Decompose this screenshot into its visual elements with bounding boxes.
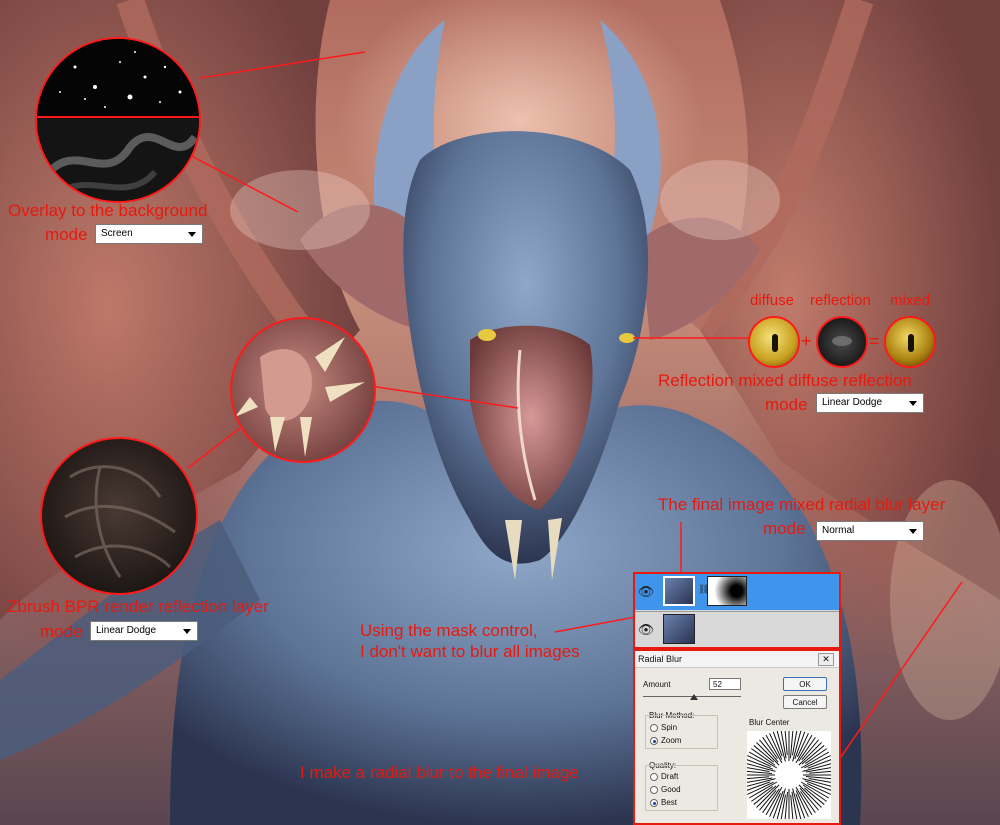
zbrush-mode-label: mode [40,622,83,641]
mixed-label: mixed [890,292,931,309]
particles-smoke-circle [35,37,201,203]
blur-center-preview[interactable] [747,731,831,819]
radial-blur-dialog: Radial Blur ✕ Amount 52 OK Cancel Blur M… [633,649,841,825]
layer-thumbnail[interactable] [663,614,695,644]
radial-blur-annotation: I make a radial blur to the final image [300,763,579,782]
layer-thumbnail[interactable] [663,576,695,606]
amount-slider-thumb[interactable] [689,694,698,700]
best-label: Best [661,798,678,807]
reflection-mode-label: mode [765,395,808,414]
good-radio[interactable] [650,786,658,794]
eye-icon[interactable]: 👁 [637,583,655,601]
plus-symbol: + [801,331,812,351]
reflection-label: reflection [810,292,871,309]
mixed-eye-circle [884,316,936,368]
spin-radio[interactable] [650,724,658,732]
quality-group: Draft Good Best [645,765,718,811]
zbrush-annotation: Zbrush BPR render reflection layer [7,597,269,616]
chevron-down-icon [183,629,191,634]
chevron-down-icon [909,529,917,534]
final-blend-mode-value: Normal [822,525,855,536]
overlay-mode-label: mode [45,225,88,244]
reflection-eye-circle [816,316,868,368]
zoom-ray [780,794,787,819]
overlay-annotation: Overlay to the background [8,201,208,220]
zoom-ray [791,731,798,756]
good-label: Good [661,785,681,794]
diffuse-label: diffuse [750,292,794,309]
chevron-down-icon [909,401,917,406]
claw-closeup-circle [230,317,376,463]
bpr-reflection-circle [40,437,198,595]
draft-radio[interactable] [650,773,658,781]
close-icon[interactable]: ✕ [818,653,834,666]
dialog-title-bar: Radial Blur ✕ [635,651,839,668]
layer-mask-thumbnail[interactable] [707,576,747,606]
overlay-blend-mode-value: Screen [101,228,133,239]
zoom-radio[interactable] [650,737,658,745]
reflection-annotation: Reflection mixed diffuse reflection [658,371,912,390]
final-mode-label: mode [763,519,806,538]
zbrush-blend-mode-value: Linear Dodge [96,625,157,636]
cancel-button[interactable]: Cancel [783,695,827,709]
final-image-annotation: The final image mixed radial blur layer [658,495,946,514]
amount-value: 52 [713,680,722,689]
overlay-blend-mode-select[interactable]: Screen [95,224,203,244]
equals-symbol: = [869,331,880,351]
blur-method-group: Spin Zoom [645,715,718,749]
zoom-label: Zoom [661,736,682,745]
reflection-blend-mode-select[interactable]: Linear Dodge [816,393,924,413]
draft-label: Draft [661,772,679,781]
final-blend-mode-select[interactable]: Normal [816,521,924,541]
spin-label: Spin [661,723,678,732]
mask-annotation-line2: I don't want to blur all images [360,642,580,661]
amount-slider[interactable] [643,694,741,700]
artwork-canvas: Overlay to the background mode Screen Zb… [0,0,1000,825]
amount-input[interactable]: 52 [709,678,741,690]
layers-panel: 👁 ⛓ 👁 [633,572,841,649]
zbrush-blend-mode-select[interactable]: Linear Dodge [90,621,198,641]
mask-annotation-line1: Using the mask control, [360,621,538,640]
chevron-down-icon [188,232,196,237]
dialog-title: Radial Blur [638,654,683,664]
diffuse-eye-circle [748,316,800,368]
ok-button[interactable]: OK [783,677,827,691]
amount-label: Amount [643,680,671,689]
eye-icon[interactable]: 👁 [637,621,655,639]
layer-row-blur[interactable]: 👁 ⛓ [635,574,839,610]
blur-center-label: Blur Center [749,718,790,727]
best-radio[interactable] [650,799,658,807]
layer-row-base[interactable]: 👁 [635,612,839,648]
reflection-blend-mode-value: Linear Dodge [822,397,883,408]
